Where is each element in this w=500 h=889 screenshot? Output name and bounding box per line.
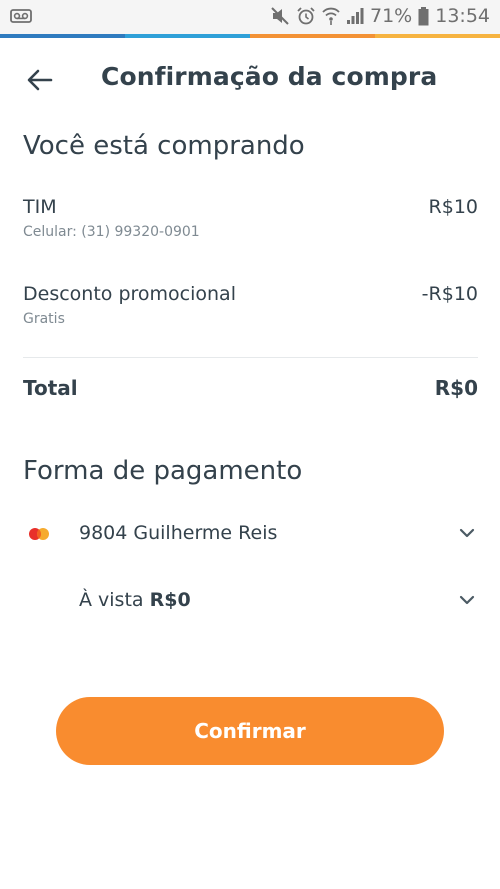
back-button[interactable] bbox=[22, 62, 58, 98]
installment-prefix: À vista bbox=[79, 589, 144, 611]
divider bbox=[23, 357, 478, 358]
total-row: Total R$0 bbox=[23, 376, 478, 400]
item-amount: R$10 bbox=[428, 196, 478, 218]
item-detail: Celular: (31) 99320-0901 bbox=[23, 224, 200, 240]
total-label: Total bbox=[23, 376, 78, 400]
chevron-down-icon bbox=[459, 595, 475, 605]
page-title: Confirmação da compra bbox=[101, 62, 438, 91]
signal-icon bbox=[346, 7, 364, 25]
item-detail: Gratis bbox=[23, 311, 65, 327]
confirm-button[interactable]: Confirmar bbox=[56, 697, 444, 765]
accent-segment bbox=[375, 34, 500, 38]
accent-strip bbox=[0, 34, 500, 38]
item-amount: -R$10 bbox=[421, 283, 478, 305]
mute-icon bbox=[270, 6, 290, 26]
voicemail-icon bbox=[10, 8, 32, 27]
status-bar: 71% 13:54 bbox=[0, 0, 500, 34]
accent-segment bbox=[125, 34, 250, 38]
total-value: R$0 bbox=[434, 376, 478, 400]
installment-label: À vista R$0 bbox=[79, 589, 191, 611]
accent-segment bbox=[0, 34, 125, 38]
card-label: 9804 Guilherme Reis bbox=[79, 522, 278, 544]
alarm-icon bbox=[296, 6, 316, 26]
battery-percentage: 71% bbox=[370, 5, 413, 27]
chevron-down-icon bbox=[459, 528, 475, 538]
header: Confirmação da compra bbox=[0, 52, 500, 108]
accent-segment bbox=[250, 34, 375, 38]
purchase-section-title: Você está comprando bbox=[23, 131, 305, 161]
wifi-icon bbox=[322, 6, 340, 26]
item-name: TIM bbox=[23, 196, 57, 218]
installment-amount: R$0 bbox=[149, 589, 191, 611]
item-name: Desconto promocional bbox=[23, 283, 236, 305]
arrow-left-icon bbox=[27, 69, 53, 91]
card-select[interactable]: 9804 Guilherme Reis bbox=[22, 514, 482, 554]
purchase-item-discount: Desconto promocional Gratis -R$10 bbox=[23, 283, 478, 327]
installment-select[interactable]: À vista R$0 bbox=[22, 581, 482, 621]
payment-section-title: Forma de pagamento bbox=[23, 456, 303, 486]
purchase-item-tim: TIM Celular: (31) 99320-0901 R$10 bbox=[23, 196, 478, 240]
status-time: 13:54 bbox=[435, 5, 490, 27]
battery-icon bbox=[418, 6, 429, 26]
mastercard-icon bbox=[29, 528, 49, 540]
